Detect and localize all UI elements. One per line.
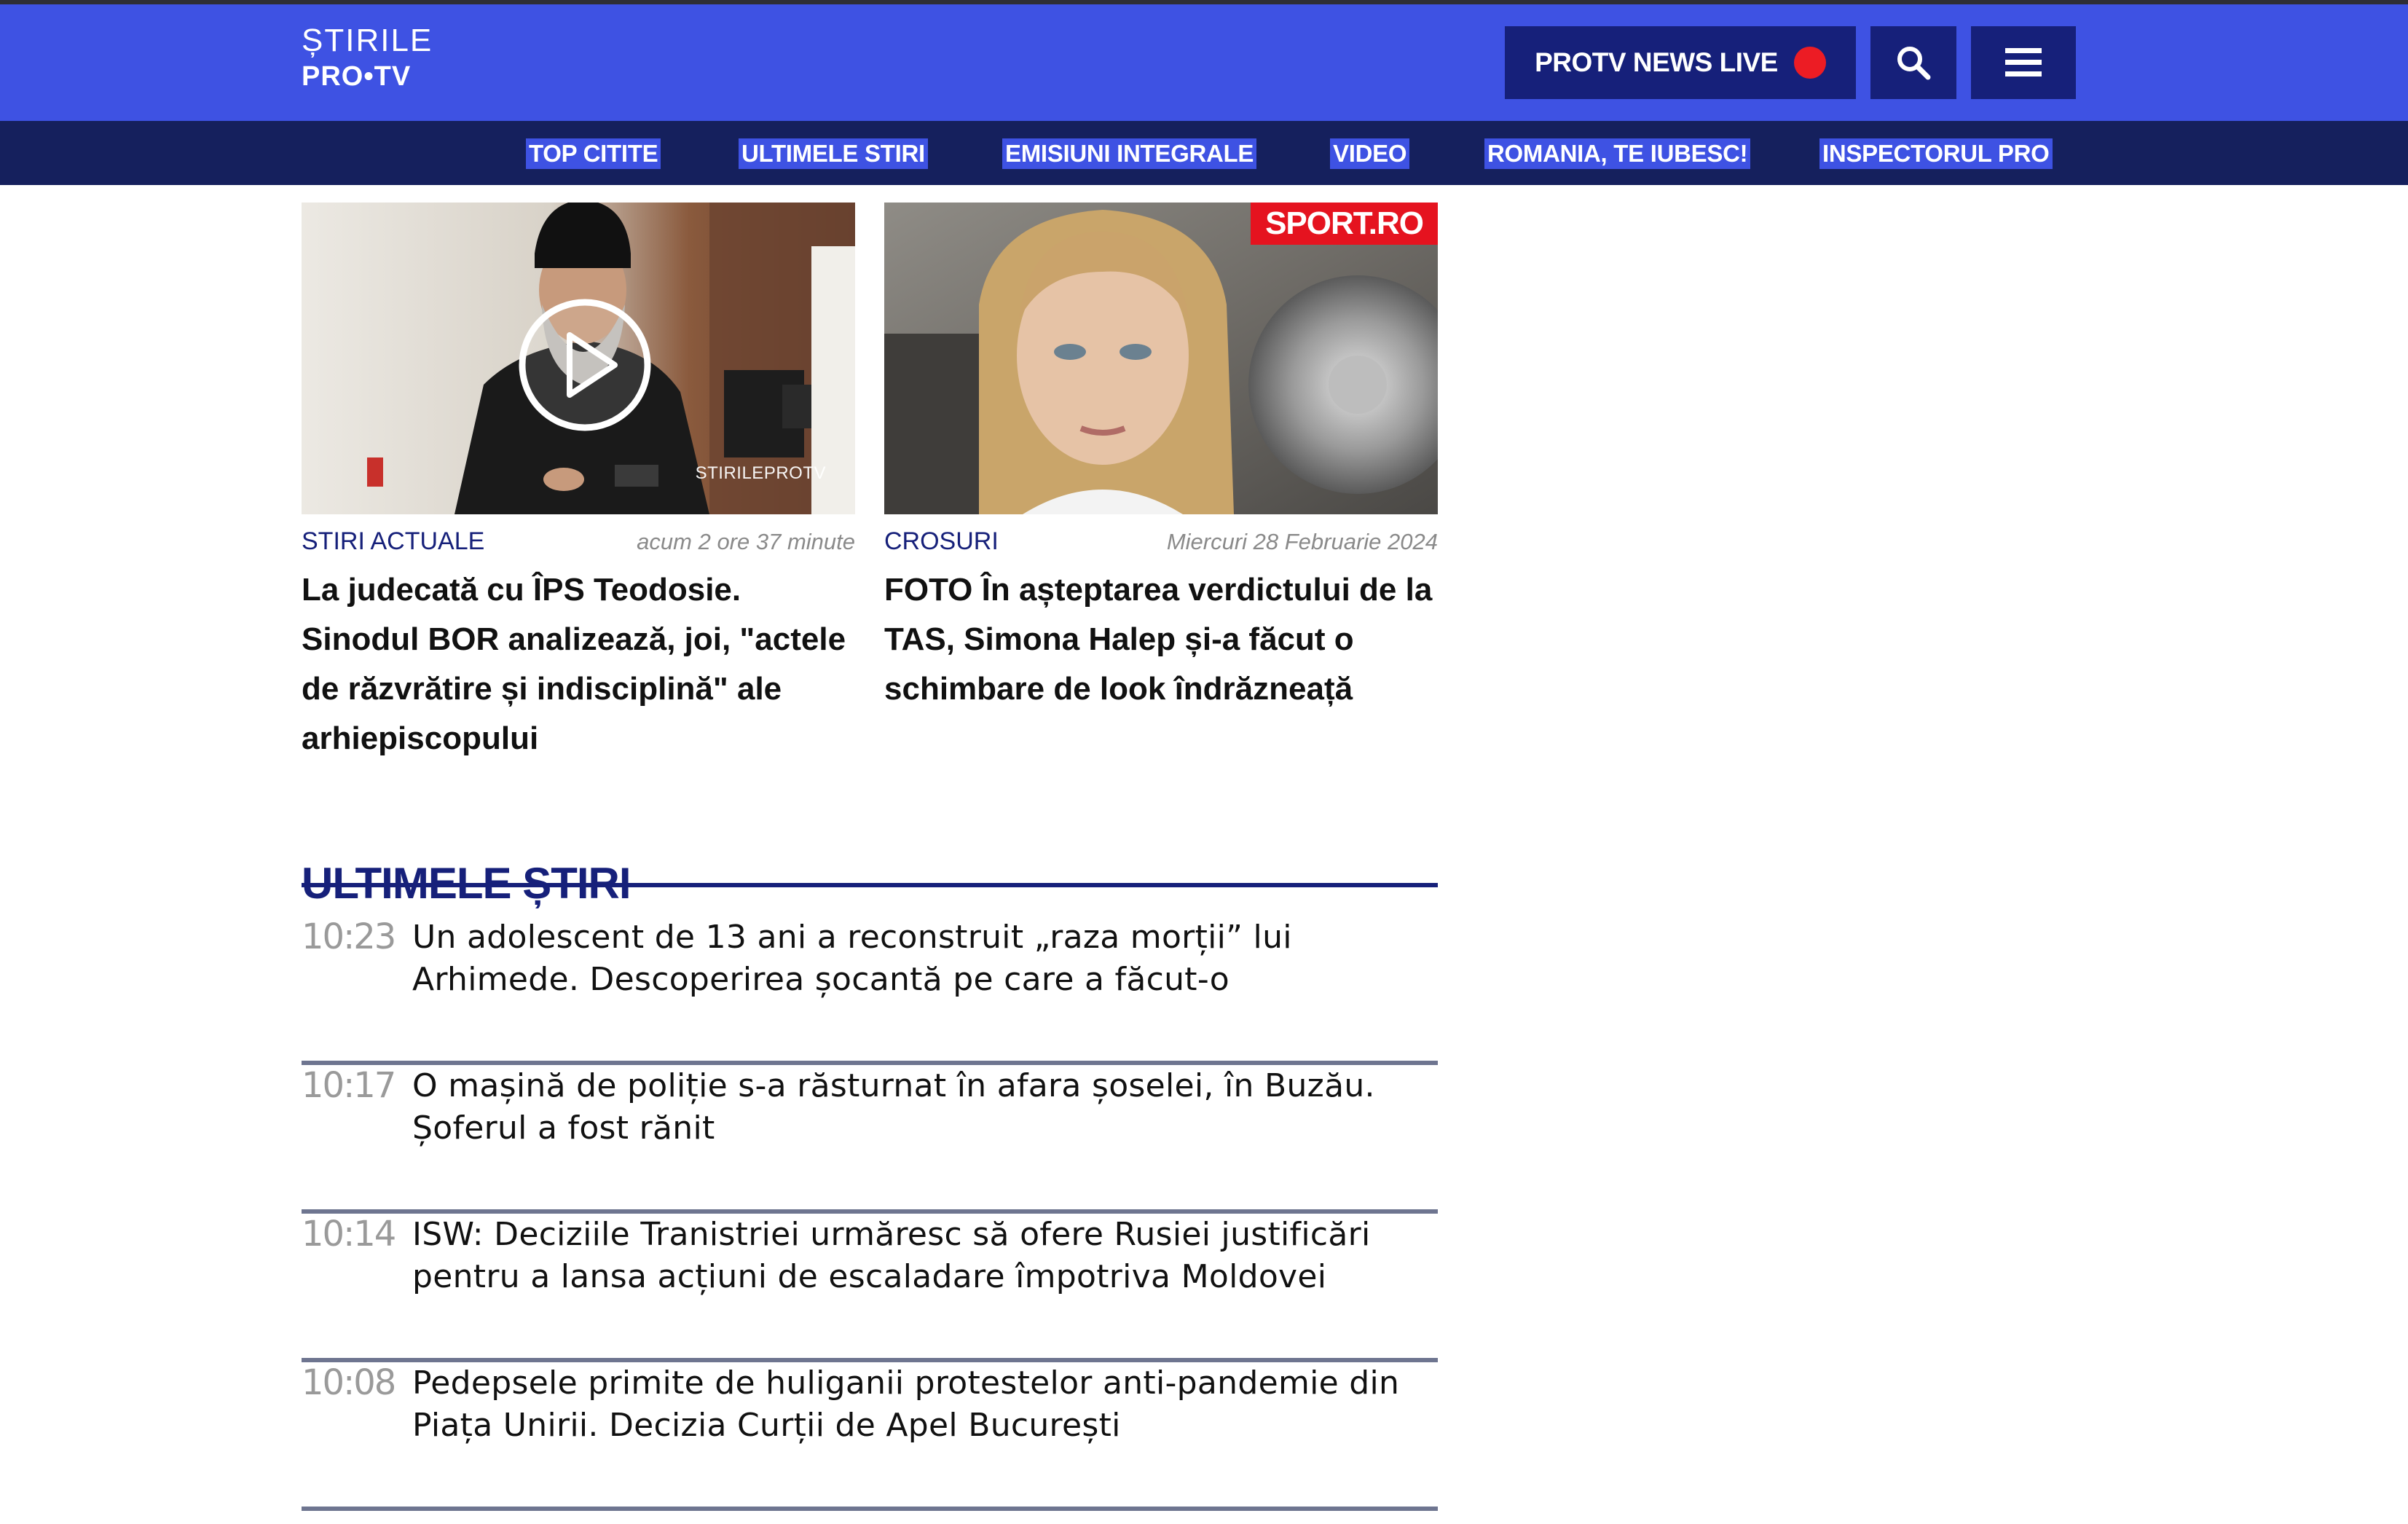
main-nav: TOP CITITE ULTIMELE STIRI EMISIUNI INTEG… [0, 121, 2408, 185]
article-title[interactable]: La judecată cu ÎPS Teodosie. Sinodul BOR… [302, 565, 855, 763]
search-button[interactable] [1870, 26, 1956, 99]
nav-item-romania-te-iubesc[interactable]: ROMANIA, TE IUBESC! [1484, 138, 1751, 169]
live-button-label: PROTV NEWS LIVE [1535, 47, 1778, 77]
article-title[interactable]: FOTO În așteptarea verdictului de la TAS… [884, 565, 1438, 714]
site-header: ȘTIRILE PRO•TV PROTV NEWS LIVE [0, 4, 2408, 121]
article-meta: STIRI ACTUALE acum 2 ore 37 minute [302, 523, 855, 558]
nav-item-ultimele-stiri[interactable]: ULTIMELE STIRI [739, 138, 928, 169]
article-category[interactable]: STIRI ACTUALE [302, 527, 484, 556]
nav-item-top-citite[interactable]: TOP CITITE [526, 138, 661, 169]
play-video-icon[interactable] [517, 297, 653, 433]
news-time: 10:17 [302, 1065, 396, 1106]
article-timestamp: Miercuri 28 Februarie 2024 [1166, 529, 1438, 554]
article-thumbnail[interactable]: SPORT.RO [884, 203, 1438, 514]
news-title[interactable]: Un adolescent de 13 ani a reconstruit „r… [412, 916, 1432, 1001]
news-time: 10:23 [302, 916, 396, 957]
logo-line-2: PRO•TV [302, 61, 412, 92]
site-logo[interactable]: ȘTIRILE PRO•TV [302, 23, 433, 92]
article-card[interactable]: STIRILEPROTV STIRI ACTUALE acum 2 ore 37… [302, 203, 855, 763]
news-title[interactable]: Pedepsele primite de huliganii protestel… [412, 1362, 1432, 1447]
section-divider [302, 883, 1438, 887]
article-card[interactable]: SPORT.RO CROSURI Miercuri 28 Februarie 2… [884, 203, 1438, 714]
nav-item-inspectorul-pro[interactable]: INSPECTORUL PRO [1819, 138, 2053, 169]
news-list-item[interactable]: 10:23 Un adolescent de 13 ani a reconstr… [302, 916, 1438, 1065]
news-title[interactable]: ISW: Deciziile Tranistriei urmăresc să o… [412, 1214, 1432, 1298]
nav-item-emisiuni-integrale[interactable]: EMISIUNI INTEGRALE [1002, 138, 1257, 169]
live-button[interactable]: PROTV NEWS LIVE [1505, 26, 1856, 99]
sport-ro-badge[interactable]: SPORT.RO [1251, 203, 1438, 245]
news-list-item[interactable]: 10:17 O mașină de poliție s-a răsturnat … [302, 1065, 1438, 1214]
news-time: 10:14 [302, 1214, 396, 1254]
article-category[interactable]: CROSURI [884, 527, 999, 556]
article-thumbnail[interactable]: STIRILEPROTV [302, 203, 855, 514]
news-divider [302, 1507, 1438, 1511]
logo-line-1: ȘTIRILE [302, 23, 433, 58]
live-dot-icon [1793, 47, 1826, 79]
article-meta: CROSURI Miercuri 28 Februarie 2024 [884, 523, 1438, 558]
article-timestamp: acum 2 ore 37 minute [637, 529, 855, 554]
image-watermark: STIRILEPROTV [695, 463, 826, 483]
nav-item-video[interactable]: VIDEO [1330, 138, 1410, 169]
article-image [884, 203, 1438, 514]
news-title[interactable]: O mașină de poliție s-a răsturnat în afa… [412, 1065, 1432, 1150]
menu-button[interactable] [1971, 26, 2076, 99]
hamburger-menu-icon [2005, 48, 2042, 76]
news-time: 10:08 [302, 1362, 396, 1403]
news-list-item[interactable]: 10:08 Pedepsele primite de huliganii pro… [302, 1362, 1438, 1511]
news-list-item[interactable]: 10:14 ISW: Deciziile Tranistriei urmăres… [302, 1214, 1438, 1362]
search-icon [1897, 47, 1931, 80]
